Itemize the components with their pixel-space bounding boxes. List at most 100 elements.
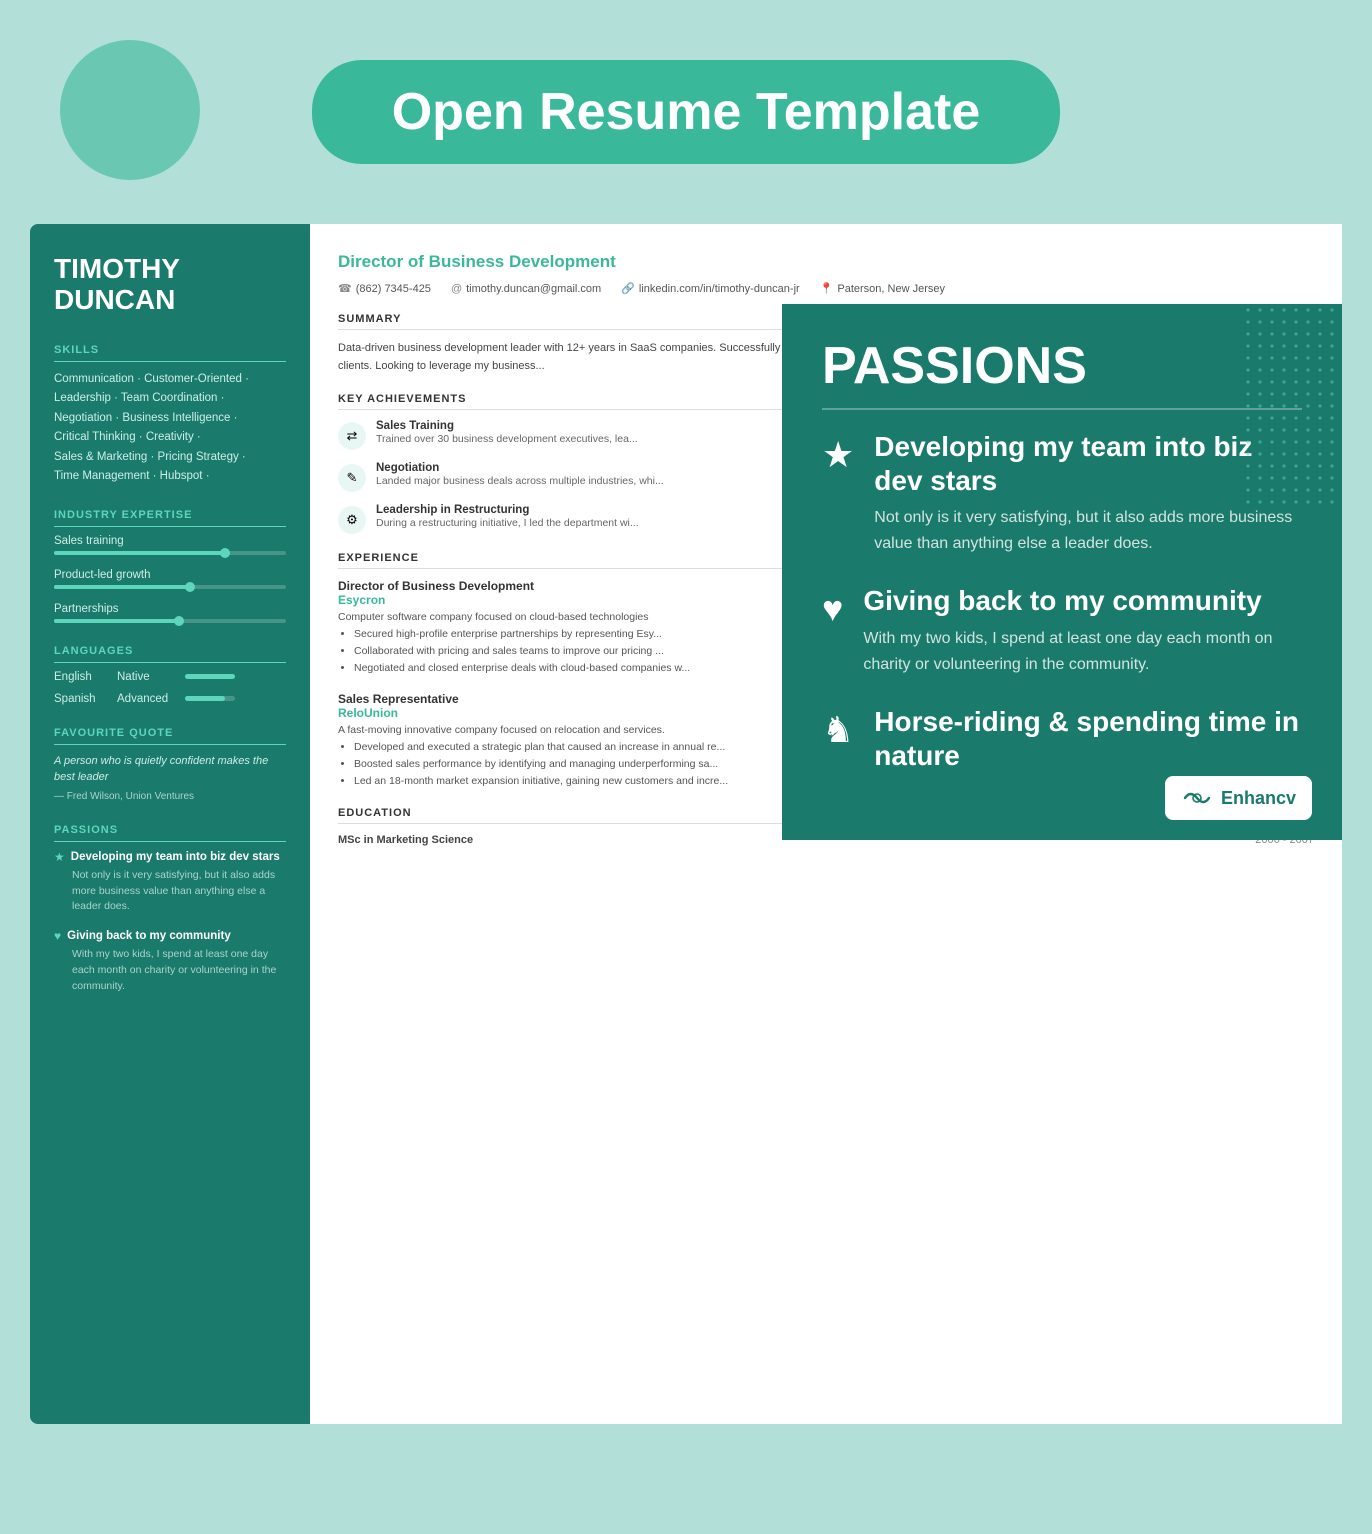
- location-icon: 📍: [820, 282, 834, 295]
- passion-big-title: Horse-riding & spending time in nature: [874, 705, 1302, 772]
- passions-sidebar-section: PASSIONS ★ Developing my team into biz d…: [54, 824, 286, 995]
- expertise-dot: [185, 582, 195, 592]
- page-title: Open Resume Template: [392, 82, 981, 142]
- achievement-title: Sales Training: [376, 420, 638, 432]
- industry-expertise-section: INDUSTRY EXPERTISE Sales training Produc…: [54, 509, 286, 623]
- enhancv-logo-icon: [1181, 786, 1213, 810]
- phone-icon: ☎: [338, 282, 352, 295]
- achievement-content: Leadership in Restructuring During a res…: [376, 504, 639, 534]
- phone-number: (862) 7345-425: [356, 283, 431, 295]
- language-row: Spanish Advanced: [54, 693, 286, 705]
- achievement-title: Negotiation: [376, 462, 664, 474]
- passion-big-desc: Not only is it very satisfying, but it a…: [874, 505, 1302, 556]
- horse-big-icon: ♞: [822, 709, 854, 751]
- passions-label: PASSIONS: [54, 824, 286, 842]
- star-big-icon: ★: [822, 434, 854, 476]
- quote-label: FAVOURITE QUOTE: [54, 727, 286, 745]
- passion-header: ★ Developing my team into biz dev stars: [54, 850, 286, 864]
- achievement-icon: ✎: [338, 464, 366, 492]
- passions-overlay: PASSIONS ★ Developing my team into biz d…: [782, 304, 1342, 840]
- contact-email: @ timothy.duncan@gmail.com: [451, 282, 601, 295]
- skills-list: Communication · Customer-Oriented · Lead…: [54, 370, 286, 487]
- contact-row: ☎ (862) 7345-425 @ timothy.duncan@gmail.…: [338, 282, 1314, 295]
- expertise-dot: [220, 548, 230, 558]
- deco-dots: [1242, 304, 1342, 504]
- heart-big-icon: ♥: [822, 588, 843, 630]
- languages-section: LANGUAGES English Native Spanish Advance…: [54, 645, 286, 705]
- expertise-item: Sales training: [54, 535, 286, 555]
- deco-circle: [60, 40, 200, 180]
- languages-label: LANGUAGES: [54, 645, 286, 663]
- passion-big-content: Horse-riding & spending time in nature: [874, 705, 1302, 780]
- quote-section: FAVOURITE QUOTE A person who is quietly …: [54, 727, 286, 802]
- skill-item: Negotiation · Business Intelligence ·: [54, 409, 286, 429]
- expertise-bar: [54, 619, 286, 623]
- header-section: Open Resume Template: [0, 0, 1372, 204]
- passion-big-item: ★ Developing my team into biz dev stars …: [822, 430, 1302, 556]
- skills-label: SKILLS: [54, 344, 286, 362]
- expertise-fill: [54, 619, 182, 623]
- achievement-title: Leadership in Restructuring: [376, 504, 639, 516]
- contact-phone: ☎ (862) 7345-425: [338, 282, 431, 295]
- contact-location: 📍 Paterson, New Jersey: [820, 282, 945, 295]
- passion-big-item: ♥ Giving back to my community With my tw…: [822, 584, 1302, 677]
- passion-item: ★ Developing my team into biz dev stars …: [54, 850, 286, 915]
- achievement-icon: ⇄: [338, 422, 366, 450]
- lang-level: Advanced: [117, 693, 177, 705]
- passions-overlay-title: PASSIONS: [822, 336, 1302, 410]
- passion-title: Giving back to my community: [67, 930, 231, 942]
- expertise-name: Sales training: [54, 535, 286, 547]
- expertise-name: Partnerships: [54, 603, 286, 615]
- passion-header: ♥ Giving back to my community: [54, 929, 286, 943]
- star-icon: ★: [54, 850, 65, 864]
- industry-expertise-label: INDUSTRY EXPERTISE: [54, 509, 286, 527]
- passion-desc: Not only is it very satisfying, but it a…: [54, 868, 286, 915]
- email-address: timothy.duncan@gmail.com: [466, 283, 601, 295]
- lang-level: Native: [117, 671, 177, 683]
- candidate-name: TIMOTHY DUNCAN: [54, 254, 286, 316]
- passion-item: ♥ Giving back to my community With my tw…: [54, 929, 286, 994]
- passion-big-desc: With my two kids, I spend at least one d…: [863, 626, 1302, 677]
- main-container: TIMOTHY DUNCAN SKILLS Communication · Cu…: [30, 224, 1342, 1424]
- achievement-content: Sales Training Trained over 30 business …: [376, 420, 638, 450]
- achievement-desc: Landed major business deals across multi…: [376, 474, 664, 490]
- language-row: English Native: [54, 671, 286, 683]
- lang-fill: [185, 674, 235, 679]
- passion-big-content: Developing my team into biz dev stars No…: [874, 430, 1302, 556]
- linkedin-icon: 🔗: [621, 282, 635, 295]
- expertise-fill: [54, 551, 228, 555]
- achievement-desc: During a restructuring initiative, I led…: [376, 516, 639, 532]
- quote-text: A person who is quietly confident makes …: [54, 753, 286, 786]
- lang-name: English: [54, 671, 109, 683]
- lang-bar: [185, 696, 235, 701]
- edu-degree: MSc in Marketing Science: [338, 834, 473, 846]
- passion-desc: With my two kids, I spend at least one d…: [54, 947, 286, 994]
- expertise-name: Product-led growth: [54, 569, 286, 581]
- lang-fill: [185, 696, 225, 701]
- expertise-item: Partnerships: [54, 603, 286, 623]
- brand-name: Enhancv: [1221, 788, 1296, 809]
- skill-item: Critical Thinking · Creativity ·: [54, 428, 286, 448]
- expertise-dot: [174, 616, 184, 626]
- email-icon: @: [451, 283, 462, 295]
- lang-bar: [185, 674, 235, 679]
- skills-section: SKILLS Communication · Customer-Oriented…: [54, 344, 286, 487]
- achievement-desc: Trained over 30 business development exe…: [376, 432, 638, 448]
- achievement-icon: ⚙: [338, 506, 366, 534]
- job-title: Director of Business Development: [338, 252, 1314, 272]
- skill-item: Communication · Customer-Oriented ·: [54, 370, 286, 390]
- passion-big-title: Giving back to my community: [863, 584, 1302, 618]
- skill-item: Sales & Marketing · Pricing Strategy ·: [54, 448, 286, 468]
- passion-big-title: Developing my team into biz dev stars: [874, 430, 1302, 497]
- passion-title: Developing my team into biz dev stars: [71, 851, 280, 863]
- expertise-bar: [54, 551, 286, 555]
- location-text: Paterson, New Jersey: [837, 283, 945, 295]
- skill-item: Leadership · Team Coordination ·: [54, 389, 286, 409]
- passion-big-content: Giving back to my community With my two …: [863, 584, 1302, 677]
- expertise-bar: [54, 585, 286, 589]
- skill-item: Time Management · Hubspot ·: [54, 467, 286, 487]
- expertise-fill: [54, 585, 193, 589]
- expertise-item: Product-led growth: [54, 569, 286, 589]
- heart-icon: ♥: [54, 929, 61, 943]
- lang-name: Spanish: [54, 693, 109, 705]
